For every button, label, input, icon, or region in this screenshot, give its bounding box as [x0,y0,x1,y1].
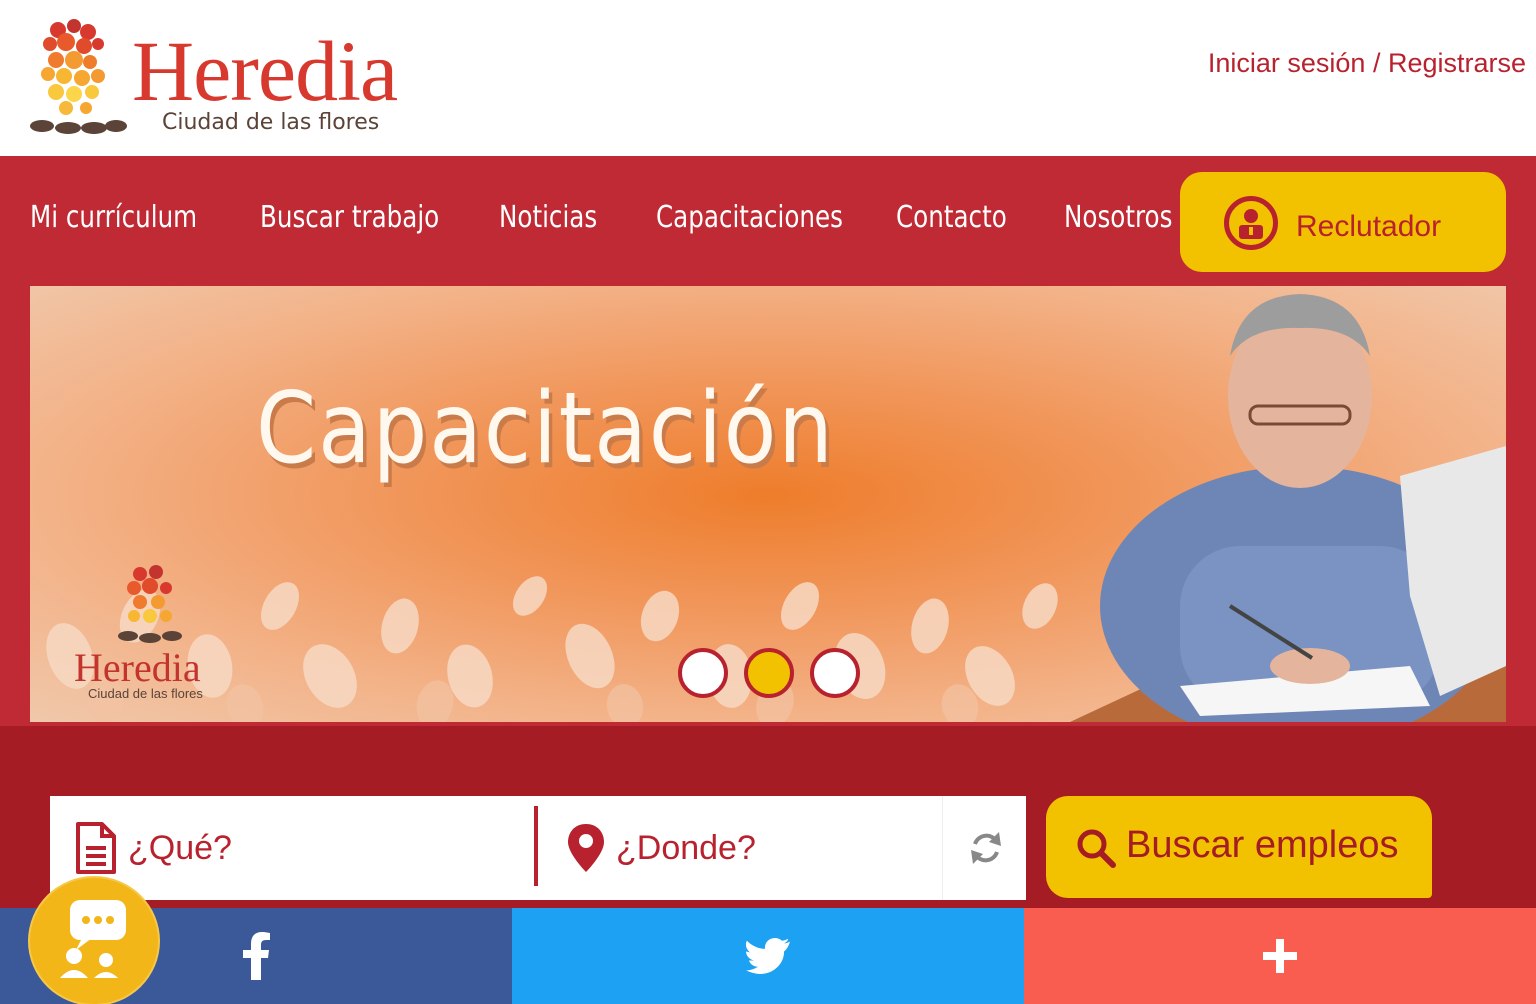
search-box [50,796,1026,900]
search-jobs-label: Buscar empleos [1126,824,1399,866]
more-share-button[interactable] [1024,908,1536,1004]
carousel-dot-3[interactable] [810,648,860,698]
nav-item-contacto[interactable]: Contacto [896,200,1007,235]
nav-item-capacitaciones[interactable]: Capacitaciones [656,200,843,235]
logo-subtitle: Ciudad de las flores [162,110,380,135]
recruiter-person-icon [1224,196,1278,250]
recruiter-label: Reclutador [1296,210,1442,243]
refresh-icon [971,832,1001,864]
nav-item-nosotros[interactable]: Nosotros [1064,200,1172,235]
hero-carousel[interactable]: Capacitación Heredia Ciudad de las flore… [30,286,1506,722]
login-register-link[interactable]: Iniciar sesión / Registrarse [1208,48,1526,79]
site-header: Heredia Ciudad de las flores Iniciar ses… [0,0,1536,156]
nav-item-mi-curriculum[interactable]: Mi currículum [30,200,197,235]
banner-logo-subtitle: Ciudad de las flores [88,686,203,701]
banner-logo: Heredia Ciudad de las flores [74,564,234,704]
plus-icon [1263,939,1297,973]
what-input[interactable] [128,826,508,870]
man-writing-image [1070,294,1506,722]
nav-item-noticias[interactable]: Noticias [499,200,597,235]
where-input[interactable] [616,826,996,870]
social-share-bar [0,908,1536,1004]
chat-widget-button[interactable] [30,878,158,1004]
document-icon [76,822,116,874]
carousel-dots [678,644,868,698]
carousel-dot-1[interactable] [678,648,728,698]
where-field[interactable] [538,796,996,900]
map-pin-icon [568,824,604,872]
carousel-dot-2-active[interactable] [744,648,794,698]
reset-button[interactable] [942,796,1026,900]
recruiter-button[interactable]: Reclutador [1180,172,1506,272]
facebook-icon [243,932,270,980]
banner-title: Capacitación [256,372,835,486]
site-logo[interactable]: Heredia Ciudad de las flores [28,18,448,138]
twitter-icon [746,938,790,974]
logo-title: Heredia [132,23,398,119]
main-nav: Mi currículum Buscar trabajo Noticias Ca… [0,156,1536,286]
flower-logo-icon [30,19,127,134]
chat-support-icon [60,900,126,978]
twitter-share-button[interactable] [512,908,1024,1004]
search-section: Buscar empleos [0,726,1536,908]
banner-logo-title: Heredia [74,645,201,690]
search-icon [1077,829,1116,868]
nav-item-buscar-trabajo[interactable]: Buscar trabajo [260,200,439,235]
search-jobs-button[interactable]: Buscar empleos [1046,796,1432,898]
banner-flower-icon [118,565,182,643]
